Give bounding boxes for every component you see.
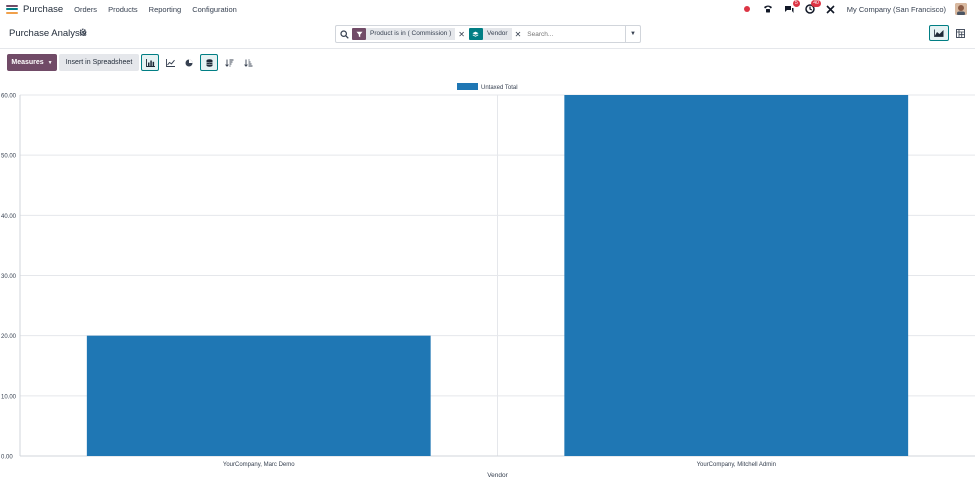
line-chart-icon — [165, 58, 175, 67]
x-axis-title: Vendor — [487, 472, 508, 479]
y-tick-label: 40.00 — [1, 214, 17, 220]
systray: 5 40 My Company (San Francisco) — [732, 0, 967, 18]
menu-item-configuration[interactable]: Configuration — [192, 5, 237, 14]
area-chart-icon — [934, 29, 944, 37]
graph-toolbar: Measures ▼ Insert in Spreadsheet — [0, 49, 975, 77]
sort-ascending-button[interactable] — [239, 54, 257, 71]
facet-filter-label: Product is in ( Commission ) — [366, 28, 456, 40]
menu-item-products[interactable]: Products — [108, 5, 138, 14]
sort-ascending-icon — [243, 59, 252, 67]
chevron-down-icon[interactable]: ▼ — [625, 26, 640, 42]
search-icon[interactable] — [336, 29, 352, 39]
user-avatar[interactable] — [955, 3, 967, 15]
close-icon[interactable]: ✕ — [515, 30, 522, 39]
main-menu: Orders Products Reporting Configuration — [74, 5, 248, 14]
graph-view: 0.00 10.00 20.00 30.00 40.00 50.00 60.00 YourCo… — [0, 78, 975, 479]
bar[interactable] — [564, 95, 909, 456]
clock-icon[interactable]: 40 — [804, 0, 821, 15]
app-brand[interactable]: Purchase — [6, 4, 63, 15]
tools-icon[interactable] — [825, 3, 837, 15]
search-facet-filter: Product is in ( Commission ) ✕ — [352, 28, 465, 40]
top-navbar: Purchase Orders Products Reporting Confi… — [0, 0, 975, 18]
chat-icon[interactable]: 5 — [783, 0, 800, 15]
insert-in-spreadsheet-button[interactable]: Insert in Spreadsheet — [59, 54, 139, 71]
x-tick-label: YourCompany, Marc Demo — [223, 462, 295, 468]
company-switcher[interactable]: My Company (San Francisco) — [847, 5, 946, 14]
pivot-table-icon — [955, 28, 965, 38]
stacked-button[interactable] — [200, 54, 218, 71]
page-title: Purchase Analysis — [9, 28, 87, 39]
line-chart-button[interactable] — [161, 54, 179, 71]
phone-icon[interactable] — [762, 3, 774, 15]
app-grid-icon[interactable] — [6, 4, 18, 14]
x-tick-label: YourCompany, Mitchell Admin — [697, 462, 776, 468]
bar[interactable] — [86, 335, 431, 456]
recording-dot-icon[interactable] — [741, 3, 753, 15]
control-panel: Purchase Analysis Product is in ( Commis… — [0, 18, 975, 49]
pie-chart-button[interactable] — [180, 54, 198, 71]
menu-item-reporting[interactable]: Reporting — [149, 5, 182, 14]
y-tick-label: 30.00 — [1, 274, 17, 280]
close-icon[interactable]: ✕ — [458, 30, 465, 39]
legend-swatch[interactable] — [457, 83, 478, 90]
search-facet-groupby: Vendor ✕ — [468, 28, 522, 40]
facet-groupby-label: Vendor — [482, 28, 512, 40]
gear-icon[interactable] — [79, 28, 87, 38]
measures-dropdown-button[interactable]: Measures ▼ — [7, 54, 57, 71]
y-tick-label: 0.00 — [1, 455, 13, 461]
bar-chart-button[interactable] — [141, 54, 159, 71]
search-input[interactable] — [525, 30, 626, 38]
measures-label: Measures — [11, 59, 44, 66]
menu-item-orders[interactable]: Orders — [74, 5, 97, 14]
y-tick-label: 10.00 — [1, 394, 17, 400]
y-tick-label: 20.00 — [1, 334, 17, 340]
caret-down-icon: ▼ — [47, 59, 53, 66]
insert-spreadsheet-label: Insert in Spreadsheet — [65, 59, 133, 66]
pie-chart-icon — [185, 59, 193, 66]
y-tick-label: 60.00 — [1, 94, 17, 100]
y-tick-label: 50.00 — [1, 154, 17, 160]
activity-badge: 40 — [811, 0, 821, 7]
bar-chart-icon — [145, 58, 155, 67]
sort-descending-button[interactable] — [220, 54, 238, 71]
view-graph-button[interactable] — [929, 25, 949, 41]
chat-badge: 5 — [793, 0, 800, 7]
search-bar: Product is in ( Commission ) ✕ Vendor ✕ … — [335, 25, 641, 43]
legend-label[interactable]: Untaxed Total — [481, 85, 518, 91]
bar-chart: 0.00 10.00 20.00 30.00 40.00 50.00 60.00 YourCo… — [1, 83, 975, 479]
view-pivot-button[interactable] — [950, 25, 970, 41]
app-name[interactable]: Purchase — [23, 4, 63, 15]
layers-icon — [468, 28, 483, 40]
sort-descending-icon — [224, 59, 233, 67]
database-icon — [205, 58, 213, 67]
filter-icon — [352, 28, 366, 40]
